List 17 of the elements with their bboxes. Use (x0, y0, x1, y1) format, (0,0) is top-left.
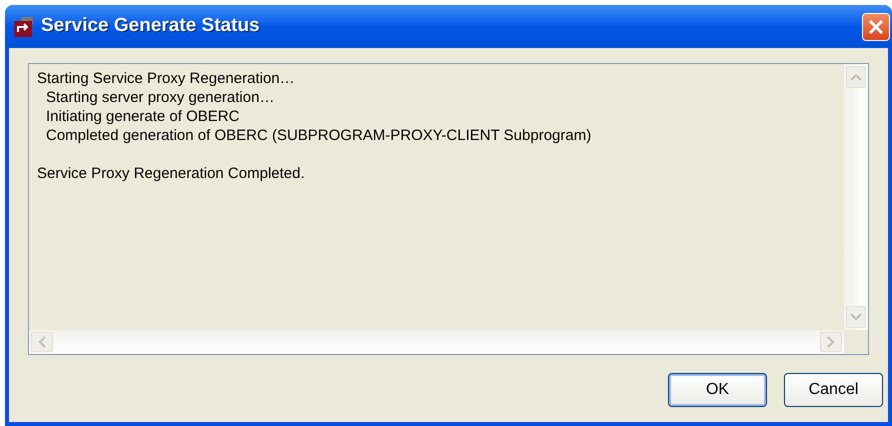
log-line: Initiating generate of OBERC (45, 107, 240, 126)
log-line: Starting Service Proxy Regeneration… (37, 69, 296, 88)
log-line: Starting server proxy generation… (45, 88, 276, 107)
window-title: Service Generate Status (41, 14, 261, 38)
dialog-button[interactable]: OK (668, 373, 767, 407)
scroll-left-icon[interactable] (31, 332, 53, 352)
horizontal-scrollbar[interactable] (29, 330, 844, 354)
close-icon (868, 18, 884, 34)
log-line: Completed generation of OBERC (SUBPROGRAM-PROXY-CLIENT Subprogram) (45, 126, 592, 145)
scroll-up-icon[interactable] (846, 66, 866, 88)
app-icon (13, 16, 35, 38)
log-line: Service Proxy Regeneration Completed. (37, 164, 306, 183)
close-button[interactable] (862, 12, 890, 40)
dialog-button[interactable]: Cancel (784, 373, 883, 407)
scroll-right-icon[interactable] (820, 332, 842, 352)
scroll-down-icon[interactable] (846, 306, 866, 328)
vertical-scrollbar[interactable] (844, 64, 868, 330)
